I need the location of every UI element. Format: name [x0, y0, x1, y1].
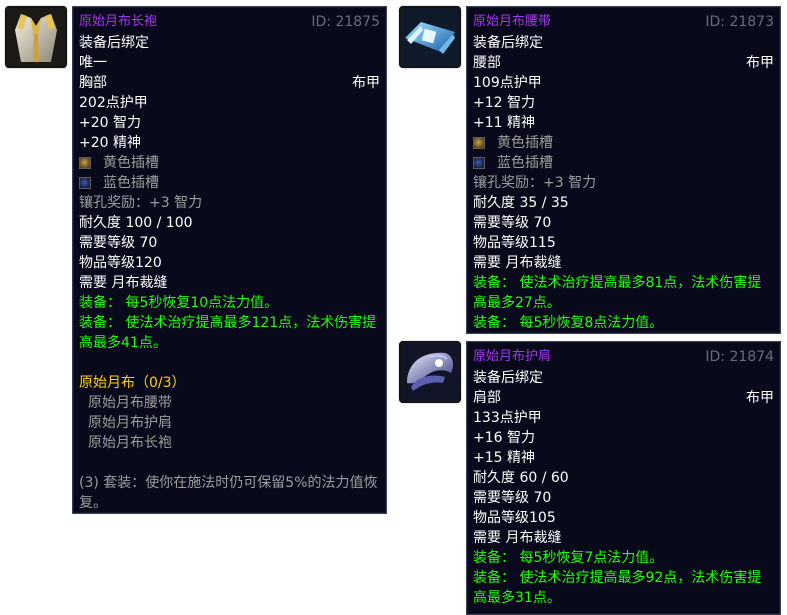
belt-stat-intellect: +12 智力: [473, 95, 535, 111]
belt-item-name[interactable]: 原始月布腰带: [473, 13, 551, 31]
belt-equip-effect-healing: 装备： 使法术治疗提高最多81点，法术伤害提高最多27点。: [473, 275, 762, 311]
robe-set-name: 原始月布（0/3）: [79, 375, 186, 391]
belt-socket-bonus: 镶孔奖励：+3 智力: [473, 175, 597, 191]
robe-set-item: 原始月布护肩: [88, 415, 172, 431]
shoulder-required-level: 需要等级 70: [473, 490, 552, 506]
yellow-socket-icon: [473, 137, 485, 149]
robe-armor: 202点护甲: [79, 95, 148, 111]
robe-socket-bonus: 镶孔奖励：+3 智力: [79, 195, 203, 211]
blue-socket-icon: [473, 157, 485, 169]
robe-socket-blue-label: 蓝色插槽: [103, 175, 159, 191]
belt-socket-yellow-label: 黄色插槽: [497, 135, 553, 151]
shoulder-armor-type: 布甲: [746, 390, 774, 406]
robe-required-skill: 需要 月布裁缝: [79, 275, 168, 291]
belt-socket-blue-label: 蓝色插槽: [497, 155, 553, 171]
shoulder-equip-effect-healing: 装备： 使法术治疗提高最多92点，法术伤害提高最多31点。: [473, 570, 762, 606]
shoulder-slot-row: 肩部 布甲: [473, 388, 774, 408]
shoulder-item-level: 物品等级105: [473, 510, 556, 526]
shoulder-required-skill: 需要 月布裁缝: [473, 530, 562, 546]
shoulder-durability: 耐久度 60 / 60: [473, 470, 569, 486]
robe-socket-yellow: 黄色插槽: [79, 153, 380, 173]
belt-durability: 耐久度 35 / 35: [473, 195, 569, 211]
robe-equip-effect-mana: 装备： 每5秒恢复10点法力值。: [79, 295, 279, 311]
belt-slot-row: 腰部 布甲: [473, 53, 774, 73]
robe-set-bonus: (3) 套装：使你在施法时仍可保留5%的法力值恢复。: [79, 475, 378, 511]
belt-item-level: 物品等级115: [473, 235, 556, 251]
robe-item-level: 物品等级120: [79, 255, 162, 271]
robe-socket-yellow-label: 黄色插槽: [103, 155, 159, 171]
belt-bind-text: 装备后绑定: [473, 35, 543, 51]
belt-required-level: 需要等级 70: [473, 215, 552, 231]
robe-chest-icon[interactable]: [5, 6, 67, 68]
shoulder-armor: 133点护甲: [473, 410, 542, 426]
belt-icon[interactable]: [399, 6, 461, 68]
shoulder-equip-effect-mana: 装备： 每5秒恢复7点法力值。: [473, 550, 664, 566]
belt-required-skill: 需要 月布裁缝: [473, 255, 562, 271]
robe-armor-type: 布甲: [352, 75, 380, 91]
robe-item-name[interactable]: 原始月布长袍: [79, 13, 157, 31]
shoulder-icon[interactable]: [399, 341, 461, 403]
robe-tooltip: 原始月布长袍 ID: 21875 装备后绑定 唯一 胸部 布甲 202点护甲 +…: [72, 6, 387, 514]
robe-unique-text: 唯一: [79, 55, 107, 71]
robe-required-level: 需要等级 70: [79, 235, 158, 251]
yellow-socket-icon: [79, 157, 91, 169]
belt-equip-effect-mana: 装备： 每5秒恢复8点法力值。: [473, 315, 664, 331]
shoulder-stat-intellect: +16 智力: [473, 430, 535, 446]
belt-armor-type: 布甲: [746, 55, 774, 71]
robe-slot: 胸部: [79, 75, 107, 91]
belt-tooltip: 原始月布腰带 ID: 21873 装备后绑定 腰部 布甲 109点护甲 +12 …: [466, 6, 781, 334]
belt-stat-spirit: +11 精神: [473, 115, 535, 131]
robe-slot-row: 胸部 布甲: [79, 73, 380, 93]
shoulder-bind-text: 装备后绑定: [473, 370, 543, 386]
belt-item-id: ID: 21873: [705, 14, 774, 30]
shoulder-item-id: ID: 21874: [705, 349, 774, 365]
robe-equip-effect-healing: 装备： 使法术治疗提高最多121点，法术伤害提高最多41点。: [79, 315, 377, 351]
belt-socket-blue: 蓝色插槽: [473, 153, 774, 173]
robe-stat-spirit: +20 精神: [79, 135, 141, 151]
robe-bind-text: 装备后绑定: [79, 35, 149, 51]
shoulder-slot: 肩部: [473, 390, 501, 406]
belt-socket-yellow: 黄色插槽: [473, 133, 774, 153]
belt-armor: 109点护甲: [473, 75, 542, 91]
robe-set-item: 原始月布长袍: [88, 435, 172, 451]
robe-durability: 耐久度 100 / 100: [79, 215, 193, 231]
shoulder-tooltip: 原始月布护肩 ID: 21874 装备后绑定 肩部 布甲 133点护甲 +16 …: [466, 341, 781, 615]
robe-set-item: 原始月布腰带: [88, 395, 172, 411]
blue-socket-icon: [79, 177, 91, 189]
robe-item-id: ID: 21875: [311, 14, 380, 30]
shoulder-item-name[interactable]: 原始月布护肩: [473, 348, 551, 366]
shoulder-stat-spirit: +15 精神: [473, 450, 535, 466]
robe-socket-blue: 蓝色插槽: [79, 173, 380, 193]
belt-slot: 腰部: [473, 55, 501, 71]
robe-stat-intellect: +20 智力: [79, 115, 141, 131]
